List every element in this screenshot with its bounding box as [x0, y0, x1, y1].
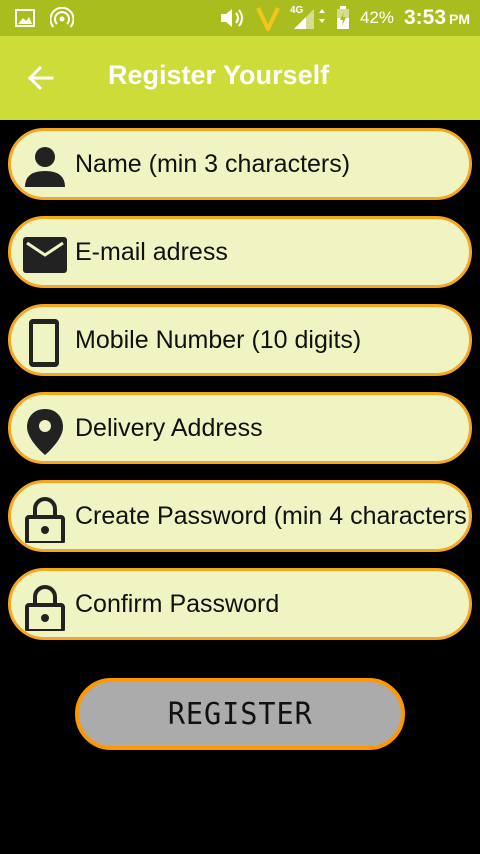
- status-bar: 4G 42% 3:53 PM: [0, 0, 480, 36]
- page-title: Register Yourself: [108, 60, 330, 90]
- password-input[interactable]: [75, 483, 469, 549]
- mobile-input[interactable]: [75, 307, 469, 373]
- lock-icon: [25, 497, 65, 543]
- status-right-icons: 4G 42% 3:53 PM: [218, 0, 470, 36]
- email-input[interactable]: [75, 219, 469, 285]
- password-field[interactable]: [8, 480, 472, 552]
- location-pin-icon: [27, 409, 63, 455]
- email-icon: [23, 237, 67, 273]
- signal-icon: 4G: [290, 5, 326, 31]
- mobile-field[interactable]: [8, 304, 472, 376]
- clock-time: 3:53: [403, 6, 446, 29]
- status-left-icons: [14, 7, 74, 29]
- clock-ampm: PM: [449, 11, 470, 27]
- lock-icon: [25, 585, 65, 631]
- battery-icon: [336, 6, 349, 29]
- email-field[interactable]: [8, 216, 472, 288]
- hotspot-icon: [50, 7, 74, 28]
- image-icon: [15, 9, 35, 27]
- name-field[interactable]: [8, 128, 472, 200]
- v-icon: [256, 7, 280, 31]
- battery-percent: 42%: [359, 8, 394, 27]
- address-field[interactable]: [8, 392, 472, 464]
- vibrate-icon: [220, 9, 243, 27]
- address-input[interactable]: [75, 395, 469, 461]
- name-input[interactable]: [75, 131, 469, 197]
- phone-icon: [29, 319, 59, 367]
- register-button[interactable]: REGISTER: [75, 678, 405, 750]
- confirm-password-input[interactable]: [75, 571, 469, 637]
- person-icon: [25, 147, 65, 187]
- confirm-password-field[interactable]: [8, 568, 472, 640]
- app-bar: Register Yourself: [0, 36, 480, 120]
- back-arrow-icon: [27, 65, 54, 91]
- back-button[interactable]: [24, 62, 60, 94]
- clock: 3:53 PM: [404, 6, 470, 30]
- register-button-label: REGISTER: [167, 696, 313, 732]
